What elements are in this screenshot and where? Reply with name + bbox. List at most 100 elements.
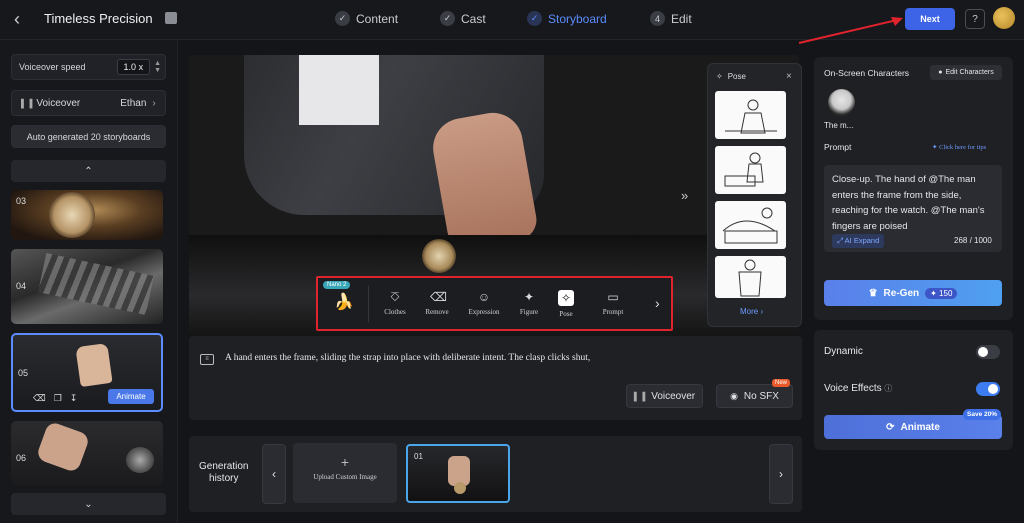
dynamic-toggle[interactable] <box>976 345 1000 359</box>
character-avatar[interactable] <box>828 89 855 116</box>
banana-icon[interactable]: 🍌 <box>334 292 354 312</box>
scroll-up-button[interactable]: ⌃ <box>11 160 166 182</box>
step-cast[interactable]: ✓ Cast <box>440 11 486 26</box>
annotation-arrow <box>798 17 903 44</box>
scene-description-text[interactable]: A hand enters the frame, sliding the str… <box>225 353 590 363</box>
history-item-number: 01 <box>414 452 423 461</box>
history-label-line1: Generation <box>199 461 249 472</box>
character-count: 268 / 1000 <box>954 236 992 245</box>
tool-clothes[interactable]: ⎏ Clothes <box>377 290 413 316</box>
voiceover-speed-input[interactable]: 1.0 x <box>116 59 151 75</box>
history-item-01[interactable]: 01 <box>406 444 510 503</box>
watch-image <box>126 447 154 473</box>
chevron-right-icon[interactable]: › <box>655 295 660 311</box>
save-badge: Save 20% <box>963 409 1001 420</box>
more-poses-link[interactable]: More › <box>740 307 763 316</box>
tool-label: Expression <box>468 308 500 316</box>
scene-number: 03 <box>16 196 27 206</box>
speed-unit: x <box>138 62 144 72</box>
speed-value: 1.0 <box>123 62 137 72</box>
regen-button[interactable]: ♛ Re-Gen ✦ 150 <box>824 280 1002 306</box>
scroll-down-button[interactable]: ⌄ <box>11 493 166 515</box>
person-icon: ● <box>938 69 943 76</box>
voice-effects-toggle[interactable] <box>976 382 1000 396</box>
step-number: 4 <box>650 11 665 26</box>
scene-thumbnail-04[interactable]: 04 <box>11 249 163 324</box>
generation-history-panel: Generation history ‹ + Upload Custom Ima… <box>189 436 802 512</box>
step-label: Content <box>356 11 399 26</box>
watch-image <box>422 239 456 273</box>
tips-link[interactable]: ✦ Click here for tips <box>932 143 986 151</box>
scene-actions: ⌫ ❐ ↧ <box>33 393 77 404</box>
history-label-line2: history <box>209 473 239 484</box>
stepper-icon[interactable]: ▲ ▼ <box>154 60 161 74</box>
download-icon[interactable]: ↧ <box>70 393 78 404</box>
history-next-button[interactable]: › <box>769 444 793 504</box>
animate-scene-button[interactable]: Animate <box>108 389 154 404</box>
history-prev-button[interactable]: ‹ <box>262 444 286 504</box>
pose-option-1[interactable] <box>715 91 786 139</box>
step-content[interactable]: ✓ Content <box>335 11 398 26</box>
pose-option-3[interactable] <box>715 201 786 249</box>
model-badge: Nano 2 <box>323 281 351 289</box>
dynamic-label: Dynamic <box>824 346 863 357</box>
upload-custom-image-button[interactable]: + Upload Custom Image <box>293 443 397 503</box>
copy-icon[interactable]: ❐ <box>54 393 62 404</box>
user-avatar[interactable] <box>993 7 1015 29</box>
waveform-icon: ▌▐ <box>633 391 646 401</box>
sfx-icon: ◉ <box>730 390 738 401</box>
auto-generated-info: Auto generated 20 storyboards <box>11 125 166 148</box>
expand-arrows-icon[interactable]: » <box>681 188 688 203</box>
help-icon[interactable]: ? <box>965 9 985 29</box>
scene-thumbnail-03[interactable]: 03 <box>11 190 163 240</box>
plus-icon: + <box>340 454 350 470</box>
edit-characters-button[interactable]: ● Edit Characters <box>930 65 1002 80</box>
generation-history-label: Generation history <box>199 461 248 485</box>
info-icon[interactable]: ⓘ <box>884 384 892 393</box>
step-edit[interactable]: 4 Edit <box>650 11 692 26</box>
tool-expression[interactable]: ☺ Expression <box>466 290 502 316</box>
voiceover-speed-label: Voiceover speed <box>19 62 86 72</box>
pose-option-4[interactable] <box>715 256 786 298</box>
voiceover-button[interactable]: ▌▐ Voiceover <box>626 384 703 408</box>
sfx-button[interactable]: ◉ No SFX <box>716 384 793 408</box>
upload-label: Upload Custom Image <box>313 473 377 481</box>
figure-icon: ✦ <box>523 290 535 304</box>
scene-description-panel: ≡ A hand enters the frame, sliding the s… <box>189 336 802 420</box>
watch-image <box>454 482 466 494</box>
smile-icon: ☺ <box>477 290 491 304</box>
step-storyboard[interactable]: ✓ Storyboard <box>527 11 607 26</box>
animate-label: Animate <box>900 421 940 433</box>
voiceover-select[interactable]: ▌▐ Voiceover Ethan › <box>11 90 166 116</box>
back-arrow-icon[interactable]: ‹ <box>14 10 28 28</box>
credit-cost-badge: ✦ 150 <box>925 287 958 299</box>
pose-option-2[interactable] <box>715 146 786 194</box>
tool-pose[interactable]: ✧ Pose <box>548 290 584 318</box>
step-label: Edit <box>671 11 692 26</box>
caption-icon: ≡ <box>200 354 214 365</box>
characters-title: On-Screen Characters <box>824 68 910 78</box>
hand-image <box>35 421 91 474</box>
close-icon[interactable]: × <box>786 71 792 82</box>
tool-remove[interactable]: ⌫ Remove <box>419 290 455 316</box>
tool-prompt[interactable]: ▭ Prompt <box>595 290 631 316</box>
prompt-text: Close-up. The hand of @The man enters th… <box>832 174 985 232</box>
tool-figure[interactable]: ✦ Figure <box>511 290 547 316</box>
ai-expand-button[interactable]: ⤢ AI Expand <box>832 234 885 248</box>
toggle-knob <box>988 384 998 394</box>
chevron-right-icon: › <box>152 97 156 109</box>
new-badge: New <box>772 379 791 387</box>
next-button[interactable]: Next <box>905 8 955 30</box>
voiceover-button-label: Voiceover <box>651 390 696 402</box>
delete-icon[interactable]: ⌫ <box>33 393 46 404</box>
edit-title-icon[interactable] <box>165 12 177 24</box>
step-label: Storyboard <box>548 11 607 26</box>
check-icon: ✓ <box>335 11 350 26</box>
watch-face-image <box>49 192 95 238</box>
scene-thumbnail-05[interactable]: 05 ⌫ ❐ ↧ Animate <box>11 333 163 412</box>
prompt-textarea[interactable]: Close-up. The hand of @The man enters th… <box>824 165 1002 252</box>
project-title: Timeless Precision <box>44 11 153 26</box>
scene-number: 04 <box>16 281 27 291</box>
scene-number: 05 <box>18 368 29 378</box>
scene-thumbnail-06[interactable]: 06 <box>11 421 163 485</box>
